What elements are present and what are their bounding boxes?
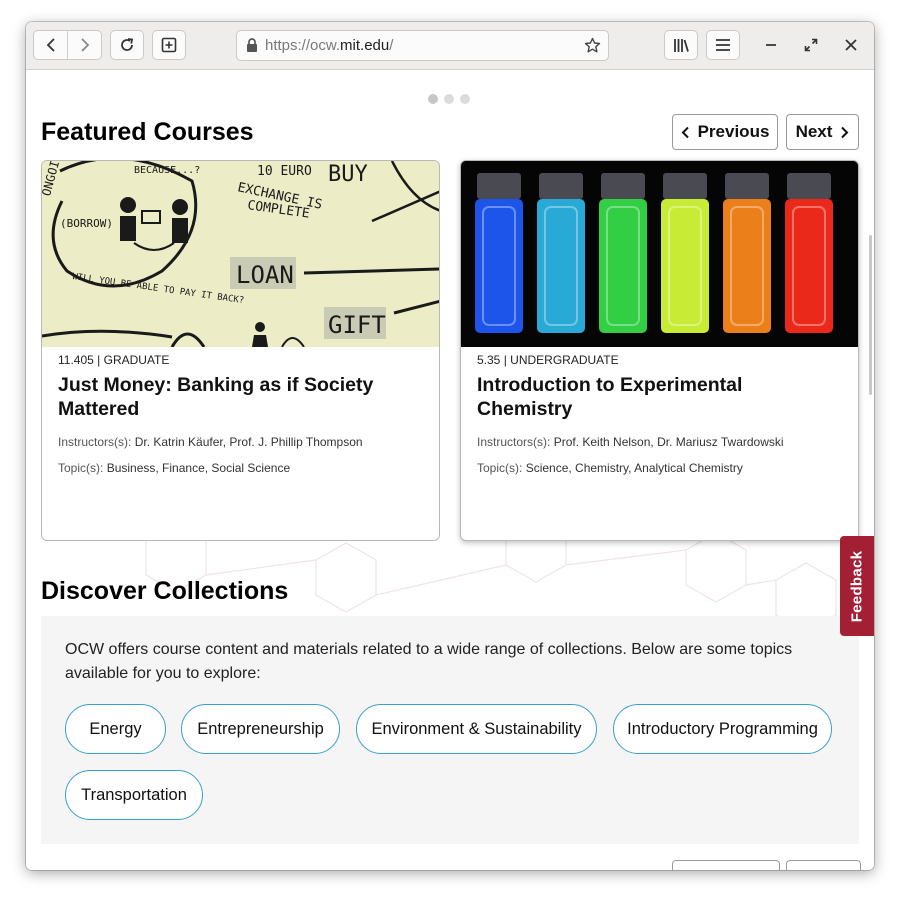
star-icon[interactable]: [584, 37, 601, 54]
carousel-dot[interactable]: [460, 94, 470, 104]
browser-window: https://ocw.mit.edu/ Featured Courses Pr…: [26, 22, 874, 870]
vial: [785, 173, 833, 333]
new-tab-button[interactable]: [152, 30, 186, 60]
discover-collections-title: Discover Collections: [41, 577, 289, 605]
browser-toolbar: https://ocw.mit.edu/: [26, 22, 874, 70]
collection-pill-environment[interactable]: Environment & Sustainability: [356, 704, 597, 754]
page-content: Featured Courses Previous Next ONGOING B…: [26, 70, 874, 870]
course-instructors: Instructors(s): Dr. Katrin Käufer, Prof.…: [58, 435, 363, 449]
lock-icon: [247, 38, 257, 52]
url-text: https://ocw.mit.edu/: [265, 37, 394, 54]
image-text: BUY: [328, 162, 368, 187]
maximize-button[interactable]: [802, 36, 820, 54]
next-label: Next: [795, 122, 833, 141]
collections-panel: OCW offers course content and materials …: [41, 616, 859, 844]
image-text: LOAN: [236, 261, 294, 289]
close-button[interactable]: [842, 36, 860, 54]
carousel-dot[interactable]: [428, 94, 438, 104]
carousel-dot[interactable]: [444, 94, 454, 104]
forward-icon: [80, 38, 89, 52]
collection-pill-entrepreneurship[interactable]: Entrepreneurship: [181, 704, 340, 754]
next-section-previous-button[interactable]: [672, 860, 780, 870]
course-meta: 11.405 | GRADUATE: [58, 353, 170, 367]
forward-button[interactable]: [68, 31, 101, 59]
feedback-label: Feedback: [848, 550, 866, 622]
image-text: GIFT: [328, 311, 386, 339]
scrollbar[interactable]: [869, 235, 872, 395]
collections-description: OCW offers course content and materials …: [65, 641, 793, 682]
vial: [537, 173, 585, 333]
course-meta: 5.35 | UNDERGRADUATE: [477, 353, 619, 367]
image-text: BECAUSE...?: [134, 165, 200, 176]
course-topics: Topic(s): Business, Finance, Social Scie…: [58, 461, 291, 475]
collection-pill-programming[interactable]: Introductory Programming: [613, 704, 832, 754]
vial: [599, 173, 647, 333]
chevron-left-icon: [681, 126, 689, 138]
minimize-button[interactable]: [762, 36, 780, 54]
reload-button[interactable]: [110, 30, 144, 60]
vial: [475, 173, 523, 333]
maximize-icon: [804, 38, 818, 52]
course-card[interactable]: 5.35 | UNDERGRADUATE Introduction to Exp…: [460, 160, 859, 541]
reload-icon: [121, 38, 134, 51]
course-title[interactable]: Introduction to Experimental Chemistry: [477, 373, 837, 421]
vial: [723, 173, 771, 333]
library-button[interactable]: [664, 30, 698, 60]
course-card[interactable]: ONGOING BECAUSE...? (BORROW) WILL YOU BE…: [41, 160, 440, 541]
course-instructors: Instructors(s): Prof. Keith Nelson, Dr. …: [477, 435, 784, 449]
next-button[interactable]: Next: [786, 114, 859, 150]
course-title[interactable]: Just Money: Banking as if Society Matter…: [58, 373, 418, 421]
feedback-tab[interactable]: Feedback: [840, 536, 874, 636]
nav-buttons: [33, 30, 102, 60]
image-text: 10 EURO: [257, 164, 312, 179]
url-bar[interactable]: https://ocw.mit.edu/: [236, 30, 609, 61]
collection-pill-transportation[interactable]: Transportation: [65, 770, 203, 820]
next-section-next-button[interactable]: [786, 860, 861, 870]
vial: [661, 173, 709, 333]
chevron-right-icon: [841, 126, 849, 138]
course-topics: Topic(s): Science, Chemistry, Analytical…: [477, 461, 743, 475]
image-text: (BORROW): [60, 217, 113, 230]
library-icon: [673, 38, 689, 52]
back-button[interactable]: [34, 31, 68, 59]
previous-button[interactable]: Previous: [672, 114, 778, 150]
menu-icon: [716, 39, 730, 51]
menu-button[interactable]: [706, 30, 740, 60]
carousel-dots: [428, 94, 470, 104]
back-icon: [46, 38, 55, 52]
previous-label: Previous: [697, 122, 770, 141]
course-image-banking: ONGOING BECAUSE...? (BORROW) WILL YOU BE…: [42, 161, 439, 347]
course-image-vials: [461, 161, 858, 347]
featured-courses-title: Featured Courses: [41, 118, 254, 146]
close-icon: [845, 39, 857, 51]
collection-pill-energy[interactable]: Energy: [65, 704, 166, 754]
new-tab-icon: [161, 37, 177, 53]
minimize-icon: [766, 44, 776, 46]
